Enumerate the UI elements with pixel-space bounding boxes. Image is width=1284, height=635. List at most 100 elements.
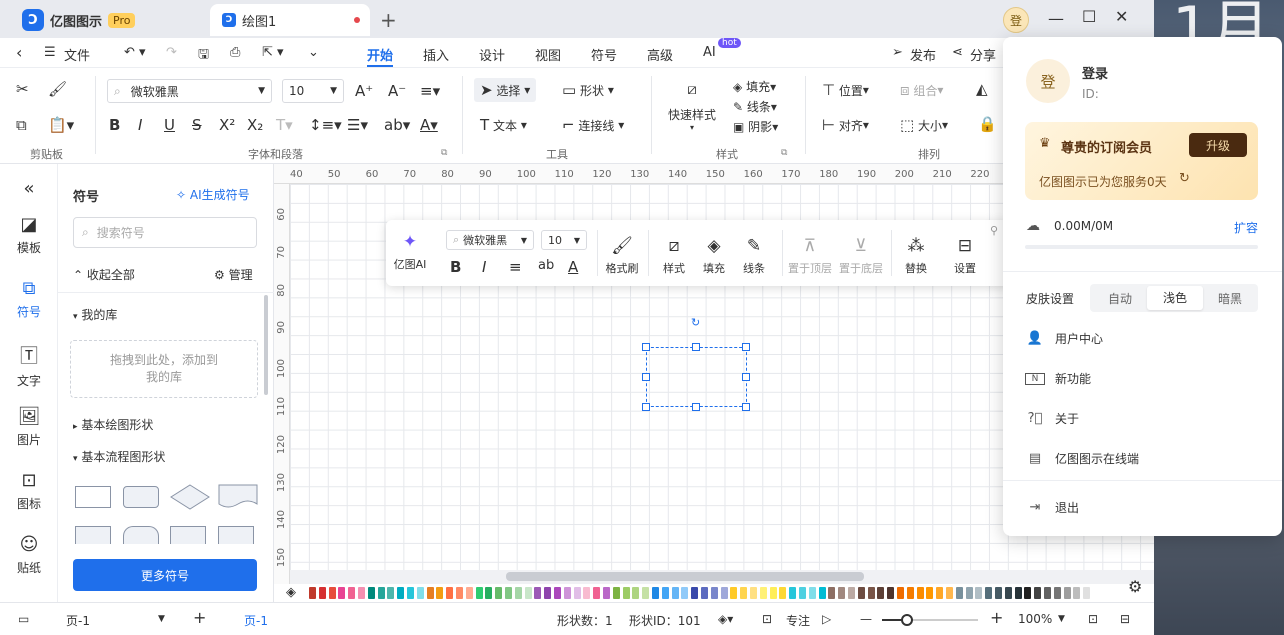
resize-handle[interactable] [642, 343, 650, 351]
redo-icon[interactable]: ↷ [166, 45, 177, 60]
color-swatch[interactable] [1053, 587, 1061, 599]
color-swatch[interactable] [593, 587, 601, 599]
italic-icon[interactable]: I [482, 258, 486, 276]
color-swatch[interactable] [799, 587, 806, 599]
color-swatch[interactable] [720, 587, 728, 599]
user-center-item[interactable]: 👤 用户中心 [1025, 330, 1103, 347]
play-icon[interactable]: ▷ [822, 612, 831, 626]
lock-icon[interactable]: 🔒 [978, 115, 997, 133]
fill-bucket-icon[interactable]: ◈ [286, 585, 296, 600]
home-tab[interactable]: Ↄ 亿图图示 Pro [10, 4, 210, 36]
color-swatch[interactable] [465, 587, 473, 599]
undo-icon[interactable]: ↶ ▾ [124, 45, 146, 60]
fill-button[interactable]: ◈ 填充 [698, 236, 730, 276]
publish-button[interactable]: 发布 [910, 45, 936, 64]
shape-document[interactable] [218, 484, 258, 510]
color-swatch[interactable] [965, 587, 973, 599]
fit-page-icon[interactable]: ⊡ [1088, 612, 1098, 626]
shape-process[interactable] [75, 486, 111, 508]
manage-button[interactable]: ⚙ 管理 [214, 266, 253, 283]
resize-handle[interactable] [692, 403, 700, 411]
color-swatch[interactable] [759, 587, 767, 599]
shape-rounded-process[interactable] [123, 486, 159, 508]
save-icon[interactable]: 🖫 [198, 45, 209, 67]
color-swatch[interactable] [1024, 587, 1032, 599]
strikethrough-icon[interactable]: S [192, 116, 202, 134]
library-drop-zone[interactable]: 拖拽到此处，添加到 我的库 [70, 340, 258, 398]
tab-design[interactable]: 设计 [479, 45, 505, 64]
page-selector[interactable]: 页-1 [66, 612, 90, 629]
select-tool[interactable]: ➤ 选择 ▾ [474, 78, 537, 102]
color-swatch[interactable] [1063, 587, 1071, 599]
layers-icon[interactable]: ◈▾ [718, 612, 733, 626]
font-color-icon[interactable]: A▾ [420, 116, 438, 134]
list-icon[interactable]: ☰▾ [347, 116, 368, 134]
chevron-down-icon[interactable]: ▼ [1058, 614, 1065, 624]
size-button[interactable]: ⬚ 大小 ▾ [900, 116, 948, 134]
color-swatch[interactable] [936, 587, 944, 599]
flowchart-shapes-header[interactable]: ▾ 基本流程图形状 [73, 448, 165, 465]
color-swatch[interactable] [583, 587, 591, 599]
collapse-all-button[interactable]: ⌃ 收起全部 [73, 266, 135, 283]
format-painter-icon[interactable]: 🖌 [48, 80, 67, 98]
shape-manual-input[interactable] [75, 526, 111, 544]
skin-auto[interactable]: 自动 [1092, 290, 1148, 307]
color-swatch[interactable] [691, 587, 699, 599]
color-swatch[interactable] [554, 587, 561, 599]
align-icon[interactable]: ≡▾ [420, 82, 440, 100]
color-swatch[interactable] [612, 587, 620, 599]
selected-rectangle[interactable] [646, 347, 747, 407]
color-swatch[interactable] [446, 587, 454, 599]
line-button[interactable]: ✎ 线条 [738, 236, 770, 276]
color-swatch[interactable] [524, 587, 532, 599]
focus-icon[interactable]: ⊡ [762, 612, 772, 626]
symbol-search-input[interactable]: ⌕ 搜索符号 [73, 217, 257, 248]
color-swatch[interactable] [436, 587, 444, 599]
color-swatch[interactable] [377, 587, 385, 599]
account-avatar[interactable]: 登 [1026, 59, 1070, 103]
bring-to-front-button[interactable]: ⊼ 置于顶层 [786, 236, 834, 276]
settings-button[interactable]: ⊟ 设置 [949, 236, 981, 276]
skin-dark[interactable]: 暗黑 [1202, 290, 1258, 307]
canvas-settings-icon[interactable]: ⚙ [1128, 577, 1142, 596]
text-effect-icon[interactable]: ab▾ [384, 116, 410, 134]
about-item[interactable]: ?⃞ 关于 [1025, 410, 1079, 427]
page-tab-active[interactable]: 页-1 [244, 612, 268, 629]
shape-predefined[interactable] [170, 526, 206, 544]
refresh-icon[interactable]: ↻ [1179, 171, 1190, 186]
color-swatch[interactable] [514, 587, 522, 599]
color-swatch[interactable] [495, 587, 503, 599]
color-swatch[interactable] [309, 587, 316, 599]
color-swatch[interactable] [426, 587, 434, 599]
line-button[interactable]: ✎ 线条 ▾ [733, 98, 777, 115]
zoom-level[interactable]: 100% [1018, 612, 1052, 626]
decrease-font-icon[interactable]: A⁻ [388, 82, 406, 100]
print-icon[interactable]: ⎙ [230, 45, 240, 60]
tab-view[interactable]: 视图 [535, 45, 561, 64]
position-button[interactable]: ⊤ 位置 ▾ [822, 81, 869, 99]
color-swatch[interactable] [387, 587, 395, 599]
minimize-icon[interactable]: — [1048, 9, 1064, 28]
shape-decision[interactable] [170, 484, 210, 510]
color-swatch[interactable] [808, 587, 816, 599]
resize-handle[interactable] [642, 403, 650, 411]
focus-label[interactable]: 专注 [786, 612, 810, 629]
color-swatch[interactable] [318, 587, 326, 599]
color-swatch[interactable] [661, 587, 669, 599]
file-menu[interactable]: 文件 [64, 45, 90, 64]
bold-icon[interactable]: B [450, 258, 461, 276]
color-swatch[interactable] [1034, 587, 1042, 599]
underline-icon[interactable]: U [164, 116, 175, 134]
rail-sticker[interactable]: ☺ 贴纸 [0, 534, 58, 576]
flip-icon[interactable]: ◭ [976, 80, 988, 98]
float-size-select[interactable]: 10 ▼ [541, 230, 587, 250]
superscript-icon[interactable]: X² [219, 116, 235, 134]
replace-button[interactable]: ⁂ 替换 [900, 236, 932, 276]
shape-internal-storage[interactable] [218, 526, 254, 544]
color-swatch[interactable] [1004, 587, 1012, 599]
color-swatch[interactable] [975, 587, 983, 599]
collapse-rail-icon[interactable]: « [0, 178, 58, 203]
color-swatch[interactable] [926, 587, 934, 599]
color-swatch[interactable] [789, 587, 797, 599]
paste-icon[interactable]: 📋▾ [48, 116, 74, 134]
